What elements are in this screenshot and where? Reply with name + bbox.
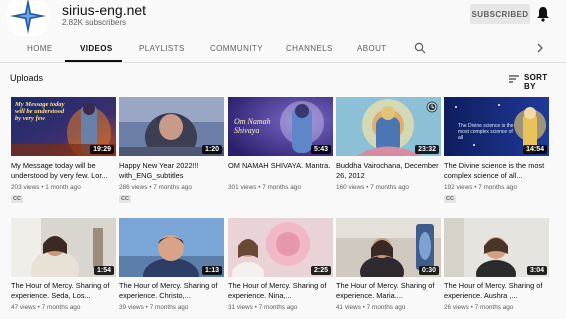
video-duration: 23:32: [415, 145, 439, 154]
subscriber-count: 2.82K subscribers: [62, 18, 127, 27]
channel-avatar[interactable]: [6, 0, 50, 38]
video-thumbnail[interactable]: The Divine science is the most complex s…: [444, 97, 549, 156]
tab-home[interactable]: HOME: [27, 44, 53, 53]
upload-age: 7 months ago: [149, 304, 189, 311]
thumbnail-caption: The Divine science is the most complex s…: [458, 123, 514, 141]
tab-videos[interactable]: VIDEOS: [80, 44, 113, 53]
sort-by-label: SORT BY: [524, 73, 548, 91]
channel-tabs: HOME VIDEOS PLAYLISTS COMMUNITY CHANNELS…: [0, 36, 566, 63]
view-count: 47 views: [11, 304, 36, 311]
video-title[interactable]: Happy New Year 2022!!! with_ENG_subtitle…: [119, 161, 222, 181]
video-thumbnail[interactable]: 3:04: [444, 218, 549, 277]
video-meta: 31 views • 7 months ago: [228, 304, 298, 311]
upload-age: 7 months ago: [366, 304, 406, 311]
video-meta: 39 views • 7 months ago: [119, 304, 189, 311]
cc-badge: CC: [11, 195, 23, 203]
video-meta: 286 views • 7 months ago: [119, 184, 192, 191]
view-count: 301 views: [228, 184, 257, 191]
video-meta: 47 views • 7 months ago: [11, 304, 81, 311]
video-meta: 160 views • 7 months ago: [336, 184, 409, 191]
clock-icon[interactable]: [426, 100, 438, 113]
upload-age: 7 months ago: [478, 184, 517, 191]
video-duration: 19:29: [90, 145, 114, 154]
video-duration: 14:54: [523, 145, 547, 154]
video-meta: 41 views • 7 months ago: [336, 304, 406, 311]
video-duration: 2:25: [310, 266, 331, 275]
video-title[interactable]: Buddha Vairochana, December 26, 2012: [336, 161, 439, 181]
view-count: 39 views: [119, 304, 144, 311]
view-count: 26 views: [444, 304, 469, 311]
upload-age: 7 months ago: [262, 184, 301, 191]
video-thumbnail[interactable]: 1:13: [119, 218, 224, 277]
view-count: 286 views: [119, 184, 148, 191]
cc-badge: CC: [444, 195, 456, 203]
upload-age: 7 months ago: [258, 304, 298, 311]
section-title: Uploads: [10, 73, 44, 83]
video-thumbnail[interactable]: 0:30: [336, 218, 441, 277]
tab-channels[interactable]: CHANNELS: [286, 44, 333, 53]
active-tab-indicator: [65, 60, 122, 62]
video-meta: 192 views • 7 months ago: [444, 184, 517, 191]
thumbnail-caption: will be understood: [15, 108, 65, 115]
video-title[interactable]: OM NAMAH SHIVAYA. Mantra.: [228, 161, 331, 171]
search-icon[interactable]: [414, 41, 426, 54]
video-meta: 26 views • 7 months ago: [444, 304, 514, 311]
subscribed-button[interactable]: SUBSCRIBED: [470, 4, 530, 24]
upload-age: 7 months ago: [474, 304, 514, 311]
video-meta: 203 views • 1 month ago: [11, 184, 81, 191]
video-thumbnail[interactable]: 1:20: [119, 97, 224, 156]
view-count: 41 views: [336, 304, 361, 311]
video-thumbnail[interactable]: 1:54: [11, 218, 116, 277]
bell-icon[interactable]: [536, 6, 550, 22]
upload-age: 7 months ago: [153, 184, 192, 191]
sort-by-button[interactable]: SORT BY: [508, 72, 558, 91]
video-thumbnail[interactable]: 2:25: [228, 218, 333, 277]
sort-icon: [508, 72, 520, 84]
video-duration: 1:54: [93, 266, 114, 275]
video-thumbnail[interactable]: My Message today will be understood by v…: [11, 97, 116, 156]
video-duration: 3:04: [526, 266, 547, 275]
video-title[interactable]: My Message today will be understood by v…: [11, 161, 114, 181]
thumbnail-caption: My Message today: [15, 101, 65, 108]
upload-age: 7 months ago: [370, 184, 409, 191]
view-count: 192 views: [444, 184, 473, 191]
video-thumbnail[interactable]: Om Namah Shivaya 5:43: [228, 97, 333, 156]
chevron-right-icon[interactable]: [536, 41, 544, 53]
video-title[interactable]: The Hour of Mercy. Sharing of experience…: [119, 281, 222, 301]
channel-name[interactable]: sirius-eng.net: [62, 2, 146, 18]
video-title[interactable]: The Hour of Mercy. Sharing of experience…: [336, 281, 439, 301]
tab-playlists[interactable]: PLAYLISTS: [139, 44, 185, 53]
tab-community[interactable]: COMMUNITY: [210, 44, 263, 53]
view-count: 160 views: [336, 184, 365, 191]
tab-about[interactable]: ABOUT: [357, 44, 387, 53]
video-meta: 301 views • 7 months ago: [228, 184, 301, 191]
video-title[interactable]: The Hour of Mercy. Sharing of experience…: [228, 281, 331, 301]
video-duration: 1:20: [201, 145, 222, 154]
video-title[interactable]: The Divine science is the most complex s…: [444, 161, 547, 181]
video-duration: 1:13: [201, 266, 222, 275]
cc-badge: CC: [119, 195, 131, 203]
thumbnail-caption: by very few: [15, 115, 45, 122]
view-count: 203 views: [11, 184, 40, 191]
video-duration: 0:30: [418, 266, 439, 275]
upload-age: 7 months ago: [41, 304, 81, 311]
upload-age: 1 month ago: [45, 184, 81, 191]
video-title[interactable]: The Hour of Mercy. Sharing of experience…: [444, 281, 547, 301]
video-duration: 5:43: [310, 145, 331, 154]
thumbnail-caption: Om Namah Shivaya: [234, 117, 271, 135]
view-count: 31 views: [228, 304, 253, 311]
video-title[interactable]: The Hour of Mercy. Sharing of experience…: [11, 281, 114, 301]
video-thumbnail[interactable]: 23:32: [336, 97, 441, 156]
channel-header: sirius-eng.net 2.82K subscribers SUBSCRI…: [0, 0, 566, 38]
